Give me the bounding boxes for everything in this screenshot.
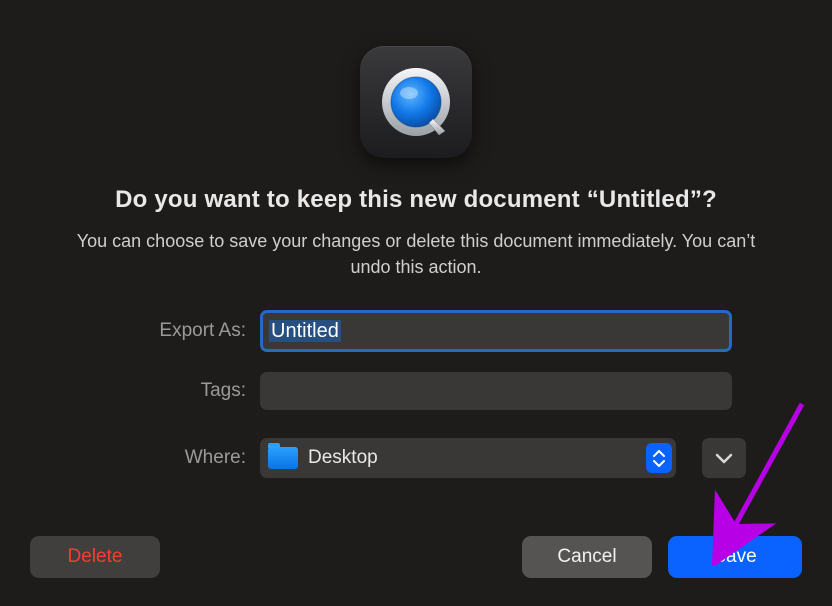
export-as-row: Export As: Untitled: [56, 310, 776, 352]
save-dialog: Do you want to keep this new document “U…: [0, 0, 832, 606]
tags-field[interactable]: [260, 372, 732, 410]
export-as-label: Export As:: [56, 320, 246, 342]
dialog-button-row: Delete Cancel Save: [30, 536, 802, 578]
where-row: Where: Desktop: [56, 438, 776, 478]
chevron-down-icon: [715, 452, 733, 464]
export-as-field[interactable]: Untitled: [260, 310, 732, 352]
dialog-subheading: You can choose to save your changes or d…: [76, 228, 756, 280]
disclosure-button[interactable]: [702, 438, 746, 478]
where-popup[interactable]: Desktop: [260, 438, 676, 478]
updown-chevron-icon: [646, 443, 672, 473]
quicktime-icon: [360, 46, 472, 158]
where-label: Where:: [56, 447, 246, 469]
export-as-value: Untitled: [269, 320, 341, 342]
save-form: Export As: Untitled Tags: Where: Desktop: [56, 310, 776, 478]
dialog-heading: Do you want to keep this new document “U…: [115, 186, 717, 214]
folder-icon: [268, 447, 298, 469]
save-button[interactable]: Save: [668, 536, 802, 578]
where-value: Desktop: [308, 447, 636, 469]
tags-row: Tags:: [56, 372, 776, 410]
cancel-button[interactable]: Cancel: [522, 536, 652, 578]
delete-button[interactable]: Delete: [30, 536, 160, 578]
tags-label: Tags:: [56, 380, 246, 402]
